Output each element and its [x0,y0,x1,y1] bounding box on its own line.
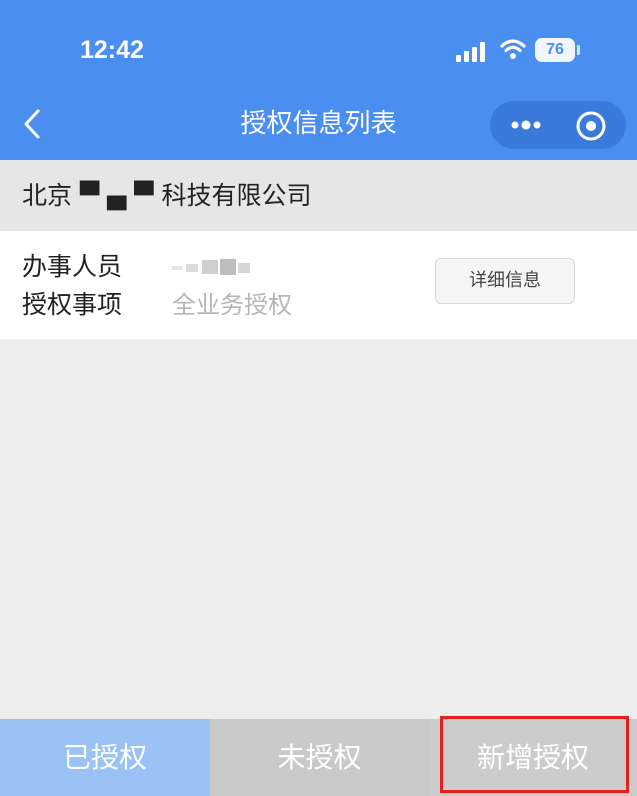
company-name: 北京 ▀ ▄ ▀ 科技有限公司 [22,181,312,210]
agent-label: 办事人员 [22,252,123,281]
wifi-icon [500,39,526,59]
tab-authorized[interactable]: 已授权 [0,719,210,796]
battery-indicator: 76 [535,38,575,62]
highlight-box [440,716,629,793]
redacted-agent-name [172,259,250,275]
tab-unauthorized[interactable]: 未授权 [210,719,429,796]
detail-button[interactable]: 详细信息 [435,258,575,304]
target-icon[interactable] [574,109,608,143]
status-time: 12:42 [80,36,144,64]
battery-tip [577,45,580,55]
more-dots-icon[interactable] [510,118,542,132]
scope-label: 授权事项 [22,290,123,319]
scope-value: 全业务授权 [172,291,292,319]
signal-icon [456,40,488,62]
